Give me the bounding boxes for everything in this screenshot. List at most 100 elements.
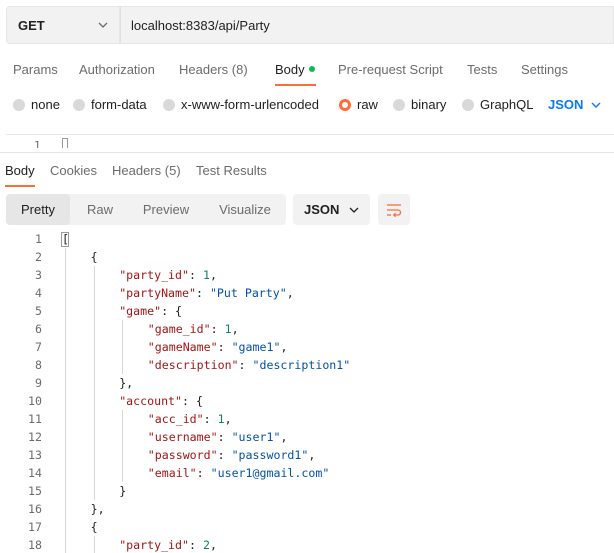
wrap-lines-button[interactable]	[378, 194, 410, 225]
code-line: 14 "email": "user1@gmail.com"	[0, 464, 614, 482]
code-token: "user1"	[231, 430, 281, 444]
tab-pre-request-script[interactable]: Pre-request Script	[338, 62, 443, 77]
code-token: "game_id"	[147, 322, 211, 336]
response-format-label: JSON	[304, 202, 340, 217]
line-content: {	[91, 518, 98, 536]
view-visualize-button[interactable]: Visualize	[206, 194, 284, 225]
code-token: },	[119, 376, 134, 390]
radio-raw[interactable]: raw	[339, 97, 378, 112]
tab-label: Params	[13, 62, 58, 77]
pane-divider[interactable]	[0, 152, 614, 153]
code-line: 5 "game": {	[0, 302, 614, 320]
response-tabs: Body Cookies Headers (5) Test Results	[0, 160, 614, 188]
code-token: :	[217, 340, 232, 354]
view-label: Raw	[86, 202, 113, 217]
code-token: :	[189, 538, 203, 552]
radio-circle	[13, 98, 25, 111]
code-line: 18 "party_id": 2,	[0, 536, 614, 553]
code-token: "password1"	[231, 448, 309, 462]
response-format-select[interactable]: JSON	[293, 194, 370, 225]
code-token: ,	[280, 430, 288, 444]
view-preview-button[interactable]: Preview	[130, 194, 202, 225]
view-label: Pretty	[21, 202, 55, 217]
code-token: :	[217, 448, 232, 462]
line-content: "acc_id": 1,	[148, 410, 232, 428]
code-token: "description"	[147, 358, 239, 372]
code-token: :	[196, 466, 211, 480]
code-token: "game"	[119, 304, 162, 318]
code-line: 4 "partyName": "Put Party",	[0, 284, 614, 302]
url-text: localhost:8383/api/Party	[131, 17, 270, 33]
tab-label: Body	[275, 62, 305, 77]
code-token: "gameName"	[147, 340, 218, 354]
radio-graphql[interactable]: GraphQL	[462, 97, 533, 112]
code-line: 13 "password": "password1",	[0, 446, 614, 464]
tab-label: Headers	[112, 163, 162, 178]
line-number: 3	[35, 268, 42, 282]
code-token: "password"	[147, 448, 218, 462]
resp-tab-cookies[interactable]: Cookies	[50, 163, 97, 178]
line-content: "game_id": 1,	[148, 320, 239, 338]
line-number: 11	[28, 412, 42, 426]
tab-headers[interactable]: Headers (8)	[179, 62, 248, 77]
active-tab-underline	[275, 84, 316, 86]
tab-label: Settings	[521, 62, 568, 77]
code-token: :	[210, 322, 225, 336]
response-body-code[interactable]: 1[2{3 "party_id": 1, 4 "partyName": "Put Pa…	[0, 230, 614, 553]
view-pretty-button[interactable]: Pretty	[6, 194, 70, 225]
line-number: 5	[35, 304, 42, 318]
radio-x-www-form-urlencoded[interactable]: x-www-form-urlencoded	[163, 97, 319, 112]
line-content: },	[119, 374, 133, 392]
line-number: 6	[35, 322, 42, 336]
tab-label: Pre-request Script	[338, 62, 443, 77]
chevron-down-icon	[591, 102, 601, 108]
code-token: 1	[217, 412, 225, 426]
tab-label: Headers	[179, 62, 229, 77]
code-line: 8 "description": "description1"	[0, 356, 614, 374]
code-line: 17 {	[0, 518, 614, 536]
radio-none[interactable]: none	[13, 97, 60, 112]
tab-body[interactable]: Body	[275, 62, 315, 77]
indent-guide	[122, 410, 124, 482]
request-body-editor[interactable]: 1	[6, 134, 614, 148]
code-token: "party_id"	[119, 538, 189, 552]
line-content: "game": {	[119, 302, 182, 320]
radio-label: GraphQL	[480, 97, 534, 112]
tab-authorization[interactable]: Authorization	[79, 62, 155, 77]
code-token: 1	[224, 322, 232, 336]
resp-tab-body[interactable]: Body	[5, 163, 35, 178]
tab-tests[interactable]: Tests	[467, 62, 497, 77]
line-number: 1	[35, 232, 42, 246]
bracket-match-highlight	[61, 232, 69, 247]
tab-settings[interactable]: Settings	[521, 62, 568, 77]
code-token: {	[90, 250, 98, 264]
resp-tab-test-results[interactable]: Test Results	[196, 163, 267, 178]
method-select[interactable]: GET	[6, 6, 120, 44]
code-token: ,	[224, 412, 232, 426]
code-token: "game1"	[231, 340, 281, 354]
code-token: ,	[209, 268, 217, 282]
code-token: ,	[308, 448, 316, 462]
radio-form-data[interactable]: form-data	[73, 97, 147, 112]
active-resp-tab-underline	[5, 185, 35, 187]
code-token: "user1@gmail.com"	[210, 466, 330, 480]
code-token: : {	[182, 394, 203, 408]
line-number: 8	[35, 358, 42, 372]
code-token: ,	[286, 286, 294, 300]
code-token: "party_id"	[119, 268, 189, 282]
resp-tab-headers[interactable]: Headers (5)	[112, 163, 181, 178]
url-input[interactable]: localhost:8383/api/Party	[120, 6, 614, 44]
line-content: "account": {	[119, 392, 203, 410]
view-raw-button[interactable]: Raw	[72, 194, 128, 225]
code-token: "username"	[147, 430, 218, 444]
line-content: "email": "user1@gmail.com"	[148, 464, 330, 482]
radio-binary[interactable]: binary	[393, 97, 446, 112]
radio-label: form-data	[91, 97, 147, 112]
radio-circle	[73, 98, 85, 111]
line-number: 9	[35, 376, 42, 390]
line-number: 18	[28, 538, 42, 552]
request-tabs: Params Authorization Headers (8) Body Pr…	[0, 54, 614, 86]
tab-params[interactable]: Params	[13, 62, 58, 77]
indent-guide	[93, 536, 95, 553]
raw-format-select[interactable]: JSON	[548, 97, 601, 112]
